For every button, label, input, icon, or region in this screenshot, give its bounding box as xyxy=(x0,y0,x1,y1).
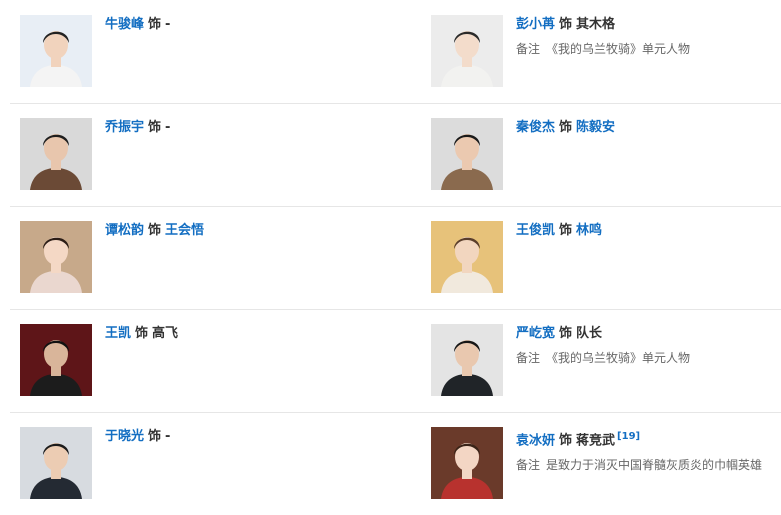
role-separator: 饰 xyxy=(148,120,162,135)
cast-line: 于晓光饰 - xyxy=(105,427,370,447)
cast-note: 备注 《我的乌兰牧骑》单元人物 xyxy=(516,40,781,58)
cast-info: 袁冰妍饰蒋竞武 [19] 备注 是致力于消灭中国脊髓灰质炎的巾帼英雄 xyxy=(516,427,781,474)
role-separator: 饰 xyxy=(148,429,162,444)
note-label: 备注 xyxy=(516,351,541,365)
cast-item: 谭松韵饰王会悟 xyxy=(20,221,370,295)
role-name[interactable]: 王会悟 xyxy=(165,223,204,238)
role-separator: 饰 xyxy=(559,17,573,32)
role-name[interactable]: 林鸣 xyxy=(576,223,602,238)
actor-name-link[interactable]: 王俊凯 xyxy=(516,223,555,238)
cast-info: 牛骏峰饰 - xyxy=(105,15,370,35)
cast-line: 彭小苒饰其木格 xyxy=(516,15,781,35)
role-separator: 饰 xyxy=(148,17,162,32)
cast-row: 于晓光饰 - 袁冰妍饰蒋竞武 [19] 备注 是致力于消灭中国脊髓灰质炎的巾帼英雄 xyxy=(10,412,781,515)
cast-row: 乔振宇饰 - 秦俊杰饰陈毅安 xyxy=(10,103,781,207)
role-name[interactable]: 陈毅安 xyxy=(576,120,615,135)
actor-name-link[interactable]: 秦俊杰 xyxy=(516,120,555,135)
actor-photo[interactable] xyxy=(431,427,503,499)
cast-row: 牛骏峰饰 - 彭小苒饰其木格 备注 《我的乌兰牧骑》单元人物 xyxy=(10,0,781,104)
actor-name-link[interactable]: 乔振宇 xyxy=(105,120,144,135)
cast-item: 于晓光饰 - xyxy=(20,427,370,501)
cast-info: 王凯饰高飞 xyxy=(105,324,370,344)
actor-photo[interactable] xyxy=(431,15,503,87)
actor-name-link[interactable]: 于晓光 xyxy=(105,429,144,444)
cast-row: 谭松韵饰王会悟 王俊凯饰林鸣 xyxy=(10,206,781,310)
actor-name-link[interactable]: 彭小苒 xyxy=(516,17,555,32)
actor-name-link[interactable]: 谭松韵 xyxy=(105,223,144,238)
cast-note: 备注 《我的乌兰牧骑》单元人物 xyxy=(516,349,781,367)
actor-photo[interactable] xyxy=(20,118,92,190)
actor-photo[interactable] xyxy=(431,221,503,293)
role-name: 高飞 xyxy=(152,326,179,341)
cast-line: 王俊凯饰林鸣 xyxy=(516,221,781,241)
role-separator: 饰 xyxy=(559,120,573,135)
cast-line: 牛骏峰饰 - xyxy=(105,15,370,35)
cast-item: 彭小苒饰其木格 备注 《我的乌兰牧骑》单元人物 xyxy=(431,15,781,89)
note-label: 备注 xyxy=(516,458,541,473)
role-name: 队长 xyxy=(576,326,603,341)
actor-photo[interactable] xyxy=(20,427,92,499)
cast-row: 王凯饰高飞 严屹宽饰队长 备注 《我的乌兰牧骑》单元人物 xyxy=(10,309,781,413)
actor-name-link[interactable]: 袁冰妍 xyxy=(516,433,555,448)
cast-note: 备注 是致力于消灭中国脊髓灰质炎的巾帼英雄 xyxy=(516,456,781,474)
cast-line: 严屹宽饰队长 xyxy=(516,324,781,344)
actor-photo[interactable] xyxy=(20,324,92,396)
cast-info: 于晓光饰 - xyxy=(105,427,370,447)
cast-item: 严屹宽饰队长 备注 《我的乌兰牧骑》单元人物 xyxy=(431,324,781,398)
actor-name-link[interactable]: 牛骏峰 xyxy=(105,17,144,32)
actor-photo[interactable] xyxy=(20,15,92,87)
role-separator: 饰 xyxy=(559,326,573,341)
cast-item: 牛骏峰饰 - xyxy=(20,15,370,89)
cast-info: 乔振宇饰 - xyxy=(105,118,370,138)
reference-link[interactable]: [19] xyxy=(617,431,640,442)
role-separator: 饰 xyxy=(135,326,149,341)
role-name: - xyxy=(165,17,171,32)
actor-photo[interactable] xyxy=(20,221,92,293)
cast-item: 乔振宇饰 - xyxy=(20,118,370,192)
cast-item: 王凯饰高飞 xyxy=(20,324,370,398)
cast-line: 乔振宇饰 - xyxy=(105,118,370,138)
role-separator: 饰 xyxy=(559,223,573,238)
cast-item: 袁冰妍饰蒋竞武 [19] 备注 是致力于消灭中国脊髓灰质炎的巾帼英雄 xyxy=(431,427,781,501)
actor-photo[interactable] xyxy=(431,324,503,396)
note-label: 备注 xyxy=(516,42,541,56)
note-text: 是致力于消灭中国脊髓灰质炎的巾帼英雄 xyxy=(546,458,763,473)
cast-line: 袁冰妍饰蒋竞武 [19] xyxy=(516,427,781,451)
cast-item: 王俊凯饰林鸣 xyxy=(431,221,781,295)
actor-photo[interactable] xyxy=(431,118,503,190)
role-name: - xyxy=(165,429,171,444)
role-name: - xyxy=(165,120,171,135)
cast-item: 秦俊杰饰陈毅安 xyxy=(431,118,781,192)
role-name: 其木格 xyxy=(576,17,616,32)
cast-list: 牛骏峰饰 - 彭小苒饰其木格 备注 《我的乌兰牧骑》单元人物 乔振宇饰 - 秦俊杰饰陈毅安 谭松… xyxy=(0,0,781,511)
role-separator: 饰 xyxy=(559,433,573,449)
actor-name-link[interactable]: 严屹宽 xyxy=(516,326,555,341)
cast-line: 王凯饰高飞 xyxy=(105,324,370,344)
cast-info: 王俊凯饰林鸣 xyxy=(516,221,781,241)
cast-info: 秦俊杰饰陈毅安 xyxy=(516,118,781,138)
actor-name-link[interactable]: 王凯 xyxy=(105,326,131,341)
cast-line: 秦俊杰饰陈毅安 xyxy=(516,118,781,138)
note-text: 《我的乌兰牧骑》单元人物 xyxy=(546,351,691,365)
cast-line: 谭松韵饰王会悟 xyxy=(105,221,370,241)
role-separator: 饰 xyxy=(148,223,162,238)
cast-info: 谭松韵饰王会悟 xyxy=(105,221,370,241)
cast-info: 彭小苒饰其木格 备注 《我的乌兰牧骑》单元人物 xyxy=(516,15,781,58)
note-text: 《我的乌兰牧骑》单元人物 xyxy=(546,42,691,56)
cast-info: 严屹宽饰队长 备注 《我的乌兰牧骑》单元人物 xyxy=(516,324,781,367)
role-name: 蒋竞武 xyxy=(576,433,616,449)
